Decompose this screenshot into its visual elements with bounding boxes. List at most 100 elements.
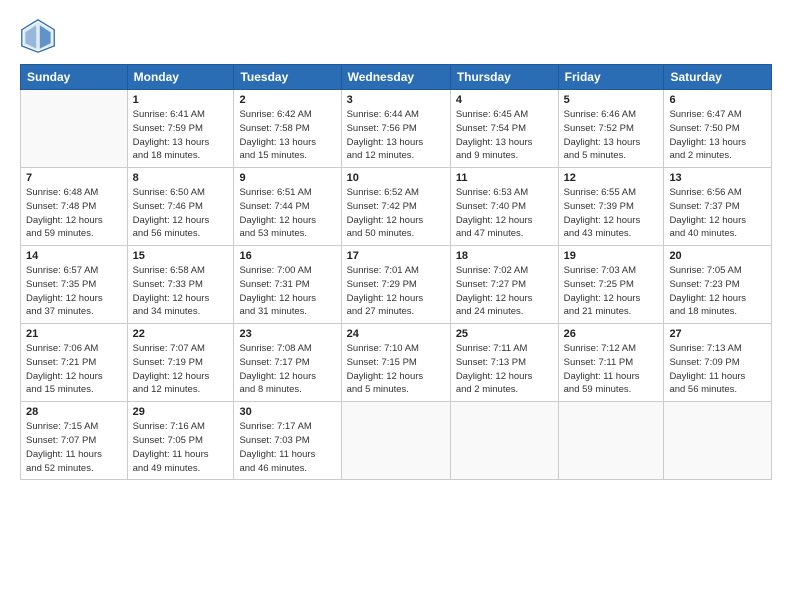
day-number: 27 [669,328,766,340]
calendar-cell: 16Sunrise: 7:00 AM Sunset: 7:31 PM Dayli… [234,246,341,324]
day-info: Sunrise: 6:51 AM Sunset: 7:44 PM Dayligh… [239,186,335,241]
day-number: 29 [133,406,229,418]
calendar-table: SundayMondayTuesdayWednesdayThursdayFrid… [20,64,772,480]
week-row: 28 Sunrise: 7:15 AM Sunset: 7:07 PM Dayli… [21,402,772,480]
day-info: Sunrise: 6:56 AM Sunset: 7:37 PM Dayligh… [669,186,766,241]
logo-icon [20,18,56,54]
day-number: 1 [133,94,229,106]
calendar-header-cell: Wednesday [341,65,450,90]
day-number: 2 [239,94,335,106]
day-number: 5 [564,94,659,106]
day-number: 6 [669,94,766,106]
calendar-cell: 3 Sunrise: 6:44 AM Sunset: 7:56 PM Daylig… [341,90,450,168]
day-number: 23 [239,328,335,340]
day-number: 19 [564,250,659,262]
calendar-cell: 6 Sunrise: 6:47 AM Sunset: 7:50 PM Daylig… [664,90,772,168]
day-info: Sunrise: 6:55 AM Sunset: 7:39 PM Dayligh… [564,186,659,241]
day-info: Sunrise: 7:17 AM Sunset: 7:03 PM Dayligh… [239,420,335,475]
day-info: Sunrise: 6:57 AM Sunset: 7:35 PM Dayligh… [26,264,122,319]
day-info: Sunrise: 6:48 AM Sunset: 7:48 PM Dayligh… [26,186,122,241]
logo [20,18,62,54]
calendar-cell: 22 Sunrise: 7:07 AM Sunset: 7:19 PM Dayli… [127,324,234,402]
day-number: 3 [347,94,445,106]
day-info: Sunrise: 6:46 AM Sunset: 7:52 PM Dayligh… [564,108,659,163]
calendar-cell: 29 Sunrise: 7:16 AM Sunset: 7:05 PM Dayli… [127,402,234,480]
day-number: 11 [456,172,553,184]
calendar-cell: 4 Sunrise: 6:45 AM Sunset: 7:54 PM Daylig… [450,90,558,168]
day-info: Sunrise: 7:05 AM Sunset: 7:23 PM Dayligh… [669,264,766,319]
day-number: 9 [239,172,335,184]
calendar-header-cell: Monday [127,65,234,90]
calendar-cell: 15 Sunrise: 6:58 AM Sunset: 7:33 PM Dayli… [127,246,234,324]
day-number: 22 [133,328,229,340]
calendar-header-cell: Saturday [664,65,772,90]
calendar-cell: 7 Sunrise: 6:48 AM Sunset: 7:48 PM Daylig… [21,168,128,246]
page: SundayMondayTuesdayWednesdayThursdayFrid… [0,0,792,612]
day-number: 28 [26,406,122,418]
calendar-header-cell: Tuesday [234,65,341,90]
day-info: Sunrise: 7:15 AM Sunset: 7:07 PM Dayligh… [26,420,122,475]
calendar-cell: 24 Sunrise: 7:10 AM Sunset: 7:15 PM Dayli… [341,324,450,402]
calendar-cell: 21 Sunrise: 7:06 AM Sunset: 7:21 PM Dayli… [21,324,128,402]
calendar-cell: 25Sunrise: 7:11 AM Sunset: 7:13 PM Dayli… [450,324,558,402]
week-row: 14 Sunrise: 6:57 AM Sunset: 7:35 PM Dayli… [21,246,772,324]
day-number: 4 [456,94,553,106]
calendar-header-cell: Thursday [450,65,558,90]
day-number: 8 [133,172,229,184]
day-number: 20 [669,250,766,262]
calendar-header-cell: Friday [558,65,664,90]
day-number: 25 [456,328,553,340]
calendar-cell: 11Sunrise: 6:53 AM Sunset: 7:40 PM Dayli… [450,168,558,246]
day-info: Sunrise: 6:44 AM Sunset: 7:56 PM Dayligh… [347,108,445,163]
header [20,18,772,54]
day-number: 15 [133,250,229,262]
day-info: Sunrise: 7:03 AM Sunset: 7:25 PM Dayligh… [564,264,659,319]
day-info: Sunrise: 7:10 AM Sunset: 7:15 PM Dayligh… [347,342,445,397]
calendar-cell [558,402,664,480]
day-number: 24 [347,328,445,340]
day-info: Sunrise: 6:47 AM Sunset: 7:50 PM Dayligh… [669,108,766,163]
day-number: 17 [347,250,445,262]
week-row: 1 Sunrise: 6:41 AM Sunset: 7:59 PM Daylig… [21,90,772,168]
calendar-cell: 28 Sunrise: 7:15 AM Sunset: 7:07 PM Dayli… [21,402,128,480]
day-number: 13 [669,172,766,184]
day-number: 30 [239,406,335,418]
calendar-cell: 9 Sunrise: 6:51 AM Sunset: 7:44 PM Daylig… [234,168,341,246]
day-info: Sunrise: 6:50 AM Sunset: 7:46 PM Dayligh… [133,186,229,241]
calendar-cell [341,402,450,480]
day-info: Sunrise: 6:42 AM Sunset: 7:58 PM Dayligh… [239,108,335,163]
calendar-cell: 2 Sunrise: 6:42 AM Sunset: 7:58 PM Daylig… [234,90,341,168]
day-number: 14 [26,250,122,262]
day-number: 12 [564,172,659,184]
day-number: 26 [564,328,659,340]
calendar-cell: 13 Sunrise: 6:56 AM Sunset: 7:37 PM Dayli… [664,168,772,246]
day-info: Sunrise: 6:41 AM Sunset: 7:59 PM Dayligh… [133,108,229,163]
day-info: Sunrise: 7:08 AM Sunset: 7:17 PM Dayligh… [239,342,335,397]
day-info: Sunrise: 7:06 AM Sunset: 7:21 PM Dayligh… [26,342,122,397]
day-info: Sunrise: 7:13 AM Sunset: 7:09 PM Dayligh… [669,342,766,397]
day-info: Sunrise: 7:16 AM Sunset: 7:05 PM Dayligh… [133,420,229,475]
day-info: Sunrise: 6:52 AM Sunset: 7:42 PM Dayligh… [347,186,445,241]
day-info: Sunrise: 7:02 AM Sunset: 7:27 PM Dayligh… [456,264,553,319]
calendar-cell: 17 Sunrise: 7:01 AM Sunset: 7:29 PM Dayli… [341,246,450,324]
day-info: Sunrise: 7:12 AM Sunset: 7:11 PM Dayligh… [564,342,659,397]
calendar-cell: 30 Sunrise: 7:17 AM Sunset: 7:03 PM Dayli… [234,402,341,480]
day-info: Sunrise: 7:01 AM Sunset: 7:29 PM Dayligh… [347,264,445,319]
day-info: Sunrise: 7:07 AM Sunset: 7:19 PM Dayligh… [133,342,229,397]
calendar-cell: 14 Sunrise: 6:57 AM Sunset: 7:35 PM Dayli… [21,246,128,324]
calendar-cell: 20 Sunrise: 7:05 AM Sunset: 7:23 PM Dayli… [664,246,772,324]
calendar-cell: 12 Sunrise: 6:55 AM Sunset: 7:39 PM Dayli… [558,168,664,246]
calendar-cell: 26 Sunrise: 7:12 AM Sunset: 7:11 PM Dayli… [558,324,664,402]
day-info: Sunrise: 7:00 AM Sunset: 7:31 PM Dayligh… [239,264,335,319]
calendar-cell: 8 Sunrise: 6:50 AM Sunset: 7:46 PM Daylig… [127,168,234,246]
day-number: 10 [347,172,445,184]
calendar-cell: 23 Sunrise: 7:08 AM Sunset: 7:17 PM Dayli… [234,324,341,402]
calendar-cell: 19 Sunrise: 7:03 AM Sunset: 7:25 PM Dayli… [558,246,664,324]
day-number: 21 [26,328,122,340]
day-number: 7 [26,172,122,184]
calendar-cell: 18Sunrise: 7:02 AM Sunset: 7:27 PM Dayli… [450,246,558,324]
calendar-cell: 1 Sunrise: 6:41 AM Sunset: 7:59 PM Daylig… [127,90,234,168]
day-info: Sunrise: 6:58 AM Sunset: 7:33 PM Dayligh… [133,264,229,319]
day-info: Sunrise: 6:45 AM Sunset: 7:54 PM Dayligh… [456,108,553,163]
calendar-cell: 5 Sunrise: 6:46 AM Sunset: 7:52 PM Daylig… [558,90,664,168]
